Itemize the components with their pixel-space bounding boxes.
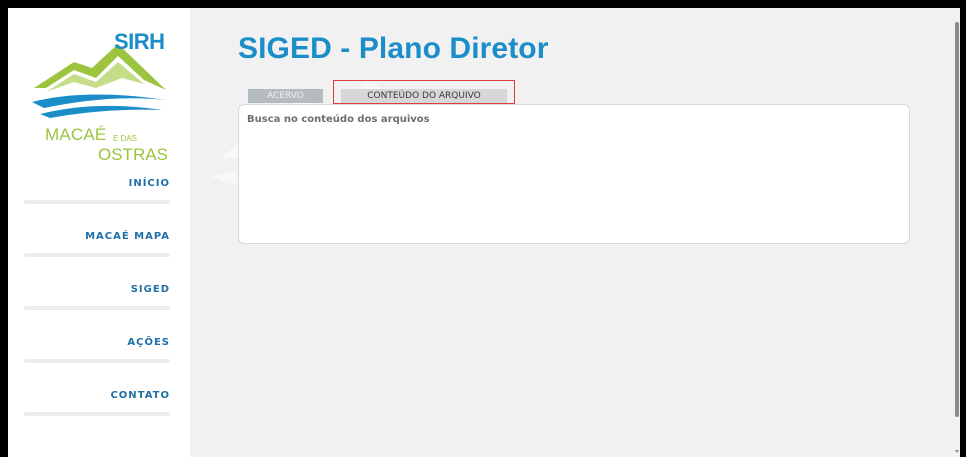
- nav-item-inicio[interactable]: INÍCIO: [24, 176, 170, 229]
- main-nav: INÍCIO MACAÉ MAPA SIGED AÇÕES CONTATO: [24, 176, 170, 441]
- logo-edas-text: E DAS: [113, 134, 138, 143]
- scroll-down-arrow-icon[interactable]: [955, 450, 959, 453]
- nav-divider: [24, 306, 170, 310]
- nav-item-label[interactable]: MACAÉ MAPA: [85, 231, 170, 242]
- nav-divider: [24, 359, 170, 363]
- nav-item-label[interactable]: INÍCIO: [129, 178, 170, 189]
- logo-sirh-text: SIRH: [114, 29, 165, 54]
- nav-item-label[interactable]: CONTATO: [110, 390, 170, 401]
- nav-item-acoes[interactable]: AÇÕES: [24, 335, 170, 388]
- site-logo[interactable]: SIRH MACAÉ E DAS OSTRAS: [26, 22, 176, 172]
- tab-conteudo-do-arquivo[interactable]: CONTEÚDO DO ARQUIVO: [341, 89, 507, 103]
- nav-divider: [24, 412, 170, 416]
- logo-macae-text: MACAÉ: [45, 125, 107, 144]
- page-scrollbar[interactable]: [953, 8, 960, 457]
- nav-divider: [24, 253, 170, 257]
- logo-ostras-text: OSTRAS: [98, 145, 168, 164]
- nav-item-macae-mapa[interactable]: MACAÉ MAPA: [24, 229, 170, 282]
- tab-acervo[interactable]: ACERVO: [248, 89, 323, 103]
- panel-label: Busca no conteúdo dos arquivos: [247, 114, 430, 125]
- search-panel: Busca no conteúdo dos arquivos: [238, 104, 910, 244]
- scrollbar-thumb[interactable]: [955, 22, 959, 417]
- nav-item-label[interactable]: AÇÕES: [127, 337, 170, 348]
- sidebar: SIRH MACAÉ E DAS OSTRAS INÍCIO MACAÉ MAP…: [8, 8, 190, 457]
- browser-viewport: SIRH MACAÉ E DAS OSTRAS INÍCIO MACAÉ MAP…: [8, 8, 960, 457]
- nav-item-contato[interactable]: CONTATO: [24, 388, 170, 441]
- nav-divider: [24, 200, 170, 204]
- main-content: SIGED - Plano Diretor ACERVO CONTEÚDO DO…: [190, 8, 960, 457]
- nav-item-siged[interactable]: SIGED: [24, 282, 170, 335]
- nav-item-label[interactable]: SIGED: [131, 284, 170, 295]
- page-title: SIGED - Plano Diretor: [238, 32, 549, 65]
